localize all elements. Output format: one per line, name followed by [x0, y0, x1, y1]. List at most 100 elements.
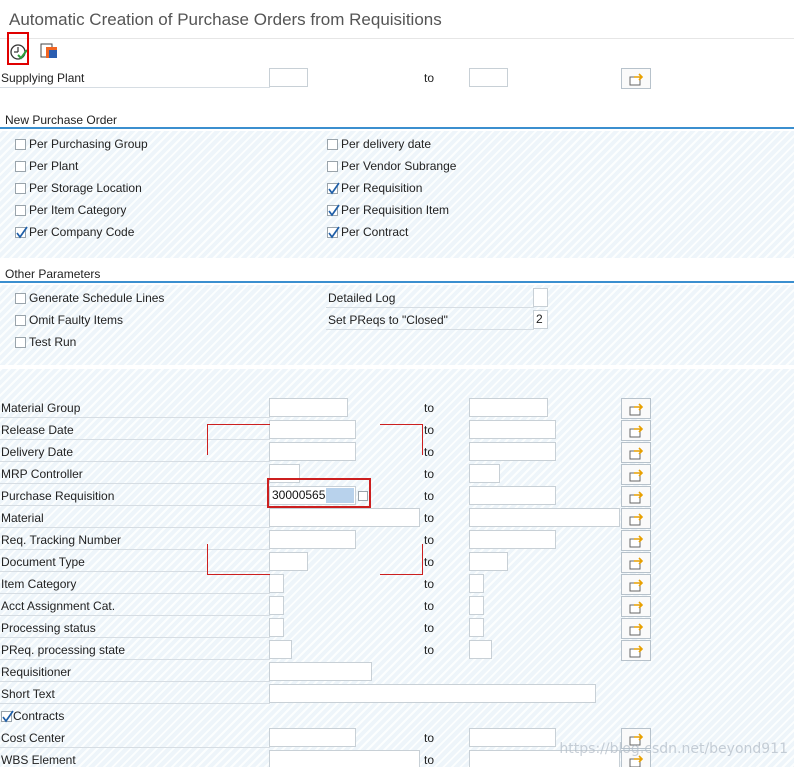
to-label: to [424, 599, 435, 613]
per-requisition-item-checkbox[interactable] [327, 204, 340, 217]
short-text-input[interactable] [269, 684, 596, 703]
to-label: to [424, 71, 435, 85]
bracket-bottom-left [207, 544, 270, 575]
material-group-to-input[interactable] [469, 398, 548, 417]
release-date-from-input[interactable] [269, 420, 356, 439]
acct-assignment-cat-row: Acct Assignment Cat. to [0, 595, 794, 617]
multiple-selection-button[interactable] [621, 574, 651, 595]
wbs-element-label: WBS Element [1, 753, 76, 767]
to-label: to [424, 753, 435, 767]
requisitioner-input[interactable] [269, 662, 372, 681]
multiple-selection-button[interactable] [621, 68, 651, 89]
purchase-requisition-to-input[interactable] [469, 486, 556, 505]
mrp-controller-to-input[interactable] [469, 464, 500, 483]
multiple-selection-button[interactable] [621, 420, 651, 441]
section-divider [0, 281, 794, 283]
per-plant-checkbox[interactable] [15, 161, 26, 172]
generate-schedule-lines-checkbox[interactable] [15, 293, 26, 304]
multiple-selection-button[interactable] [621, 464, 651, 485]
cost-center-from-input[interactable] [269, 728, 356, 747]
delivery-date-from-input[interactable] [269, 442, 356, 461]
variant-icon [40, 43, 57, 58]
watermark: https://blog.csdn.net/beyond911 [559, 741, 788, 757]
processing-status-label: Processing status [1, 621, 96, 635]
preq-processing-state-to-input[interactable] [469, 640, 492, 659]
per-vendor-subrange-label: Per Vendor Subrange [341, 159, 457, 173]
field-underline [0, 505, 270, 506]
cost-center-to-input[interactable] [469, 728, 556, 747]
set-preqs-closed-input[interactable]: 2 [533, 310, 548, 329]
per-requisition-label: Per Requisition [341, 181, 423, 195]
multiple-selection-button[interactable] [621, 486, 651, 507]
to-label: to [424, 489, 435, 503]
supplying-plant-to-input[interactable] [469, 68, 508, 87]
item-category-from-input[interactable] [269, 574, 284, 593]
processing-status-to-input[interactable] [469, 618, 484, 637]
material-group-from-input[interactable] [269, 398, 348, 417]
material-label: Material [1, 511, 44, 525]
purchase-requisition-row: Purchase Requisition 3000056557 to [0, 485, 794, 507]
req-tracking-number-label: Req. Tracking Number [1, 533, 122, 547]
multiple-selection-button[interactable] [621, 530, 651, 551]
req-tracking-number-to-input[interactable] [469, 530, 556, 549]
delivery-date-label: Delivery Date [1, 445, 74, 459]
omit-faulty-items-checkbox[interactable] [15, 315, 26, 326]
multiple-selection-button[interactable] [621, 552, 651, 573]
variant-button[interactable] [40, 39, 60, 63]
material-row: Material to [0, 507, 794, 529]
acct-assignment-cat-from-input[interactable] [269, 596, 284, 615]
material-to-input[interactable] [469, 508, 620, 527]
per-storage-location-checkbox[interactable] [15, 183, 26, 194]
req-tracking-number-from-input[interactable] [269, 530, 356, 549]
test-run-checkbox[interactable] [15, 337, 26, 348]
acct-assignment-cat-to-input[interactable] [469, 596, 484, 615]
field-underline [0, 615, 270, 616]
other-parameters-title: Other Parameters [5, 267, 101, 281]
field-underline [326, 307, 534, 308]
delivery-date-to-input[interactable] [469, 442, 556, 461]
per-delivery-date-checkbox[interactable] [327, 139, 338, 150]
material-from-input[interactable] [269, 508, 420, 527]
multiple-selection-button[interactable] [621, 596, 651, 617]
preq-processing-state-from-input[interactable] [269, 640, 292, 659]
field-underline [0, 659, 270, 660]
execute-highlight-box [7, 32, 29, 65]
contracts-checkbox[interactable] [1, 710, 14, 723]
per-company-code-label: Per Company Code [29, 225, 135, 239]
per-vendor-subrange-checkbox[interactable] [327, 161, 338, 172]
field-underline [0, 527, 270, 528]
field-underline [0, 703, 270, 704]
detailed-log-input[interactable] [533, 288, 548, 307]
multiple-selection-button[interactable] [621, 398, 651, 419]
multiple-selection-button[interactable] [621, 618, 651, 639]
multiple-selection-button[interactable] [621, 442, 651, 463]
multiple-selection-arrow-icon [629, 645, 644, 658]
per-company-code-checkbox[interactable] [15, 226, 28, 239]
to-label: to [424, 445, 435, 459]
per-requisition-checkbox[interactable] [327, 182, 340, 195]
title-bar: Automatic Creation of Purchase Orders fr… [0, 0, 794, 39]
document-type-to-input[interactable] [469, 552, 508, 571]
per-item-category-label: Per Item Category [29, 203, 127, 217]
wbs-element-from-input[interactable] [269, 750, 420, 767]
item-category-row: Item Category to [0, 573, 794, 595]
per-item-category-checkbox[interactable] [15, 205, 26, 216]
per-purchasing-group-checkbox[interactable] [15, 139, 26, 150]
field-underline [0, 681, 270, 682]
supplying-plant-from-input[interactable] [269, 68, 308, 87]
document-type-from-input[interactable] [269, 552, 308, 571]
per-contract-checkbox[interactable] [327, 226, 340, 239]
checkmark-icon [328, 226, 340, 239]
multiple-selection-button[interactable] [621, 508, 651, 529]
release-date-to-input[interactable] [469, 420, 556, 439]
to-label: to [424, 731, 435, 745]
bracket-top-left [207, 424, 270, 455]
bracket-top-right [380, 424, 423, 455]
multiple-selection-arrow-icon [629, 579, 644, 592]
item-category-to-input[interactable] [469, 574, 484, 593]
processing-status-from-input[interactable] [269, 618, 284, 637]
multiple-selection-arrow-icon [629, 535, 644, 548]
multiple-selection-button[interactable] [621, 640, 651, 661]
field-underline [0, 747, 270, 748]
document-type-label: Document Type [1, 555, 85, 569]
